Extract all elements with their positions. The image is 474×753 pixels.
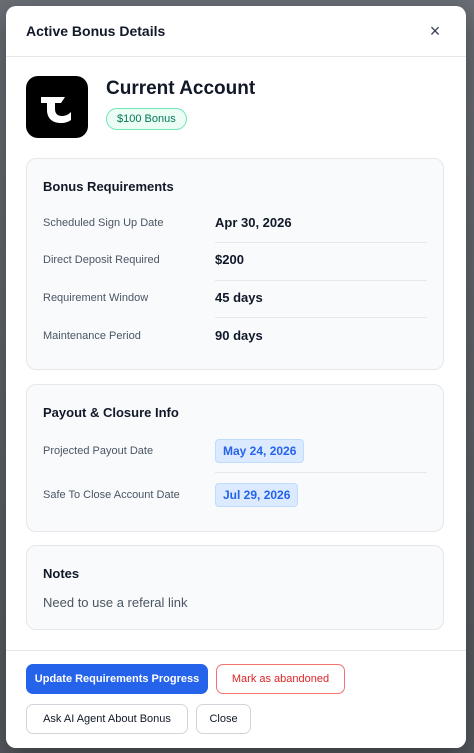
row-label: Requirement Window: [43, 291, 149, 304]
payout-closure-card: Payout & Closure Info Projected Payout D…: [26, 384, 444, 532]
ask-ai-agent-button[interactable]: Ask AI Agent About Bonus: [26, 704, 188, 734]
row-value: 90 days: [215, 328, 263, 343]
row-label: Direct Deposit Required: [43, 253, 160, 266]
row-divider: [215, 280, 427, 281]
row-divider: [215, 317, 427, 318]
row-label: Projected Payout Date: [43, 445, 154, 457]
requirement-row-window: Requirement Window 45 days: [43, 290, 427, 305]
mark-abandoned-button[interactable]: Mark as abandoned: [216, 664, 345, 694]
payout-row-projected: Projected Payout Date May 24, 2026: [43, 439, 427, 463]
update-requirements-button[interactable]: Update Requirements Progress: [26, 664, 208, 694]
row-label: Scheduled Sign Up Date: [43, 216, 164, 229]
row-divider: [215, 242, 427, 243]
row-value: 45 days: [215, 290, 263, 305]
bonus-details-modal: Active Bonus Details × Current Account $…: [6, 6, 466, 748]
row-divider: [215, 472, 427, 473]
modal-title: Active Bonus Details: [26, 23, 166, 39]
projected-payout-date-pill: May 24, 2026: [215, 439, 305, 463]
account-header: Current Account $100 Bonus: [26, 76, 255, 138]
notes-text: Need to use a referal link: [43, 595, 188, 610]
row-value: Apr 30, 2026: [215, 215, 292, 230]
requirement-row-maintenance: Maintenance Period 90 days: [43, 328, 427, 343]
close-icon[interactable]: ×: [424, 20, 446, 42]
requirement-row-deposit: Direct Deposit Required $200: [43, 252, 427, 267]
modal-footer: Update Requirements Progress Mark as aba…: [6, 650, 466, 748]
payout-title: Payout & Closure Info: [43, 405, 179, 420]
bonus-amount-badge: $100 Bonus: [106, 108, 187, 130]
current-logo-icon: [26, 76, 88, 138]
close-button[interactable]: Close: [196, 704, 251, 734]
payout-row-safe-close: Safe To Close Account Date Jul 29, 2026: [43, 483, 427, 507]
row-label: Safe To Close Account Date: [43, 489, 180, 501]
notes-card: Notes Need to use a referal link: [26, 545, 444, 630]
requirements-title: Bonus Requirements: [43, 179, 174, 194]
requirement-row-signup: Scheduled Sign Up Date Apr 30, 2026: [43, 215, 427, 230]
notes-title: Notes: [43, 566, 80, 581]
bonus-requirements-card: Bonus Requirements Scheduled Sign Up Dat…: [26, 158, 444, 370]
row-value: $200: [215, 252, 244, 267]
safe-close-date-pill: Jul 29, 2026: [215, 483, 299, 507]
modal-header: Active Bonus Details ×: [6, 6, 466, 57]
account-name: Current Account: [106, 78, 256, 99]
row-label: Maintenance Period: [43, 329, 141, 342]
